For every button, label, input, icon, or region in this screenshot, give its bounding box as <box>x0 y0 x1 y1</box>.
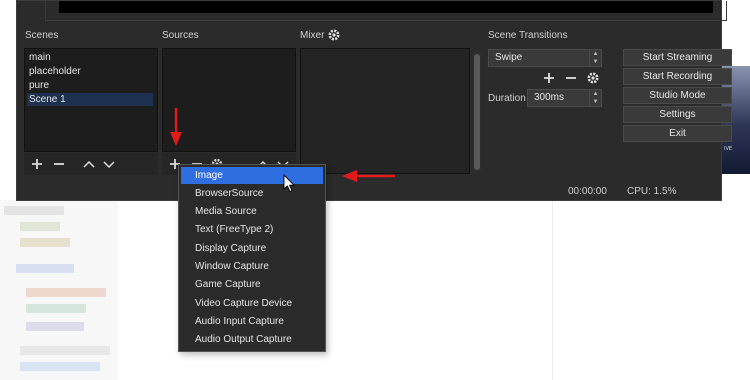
annotation-overlay <box>170 108 395 192</box>
down-arrow-annotation <box>170 108 182 146</box>
left-arrow-annotation <box>342 170 395 182</box>
mouse-pointer-icon <box>283 174 295 192</box>
